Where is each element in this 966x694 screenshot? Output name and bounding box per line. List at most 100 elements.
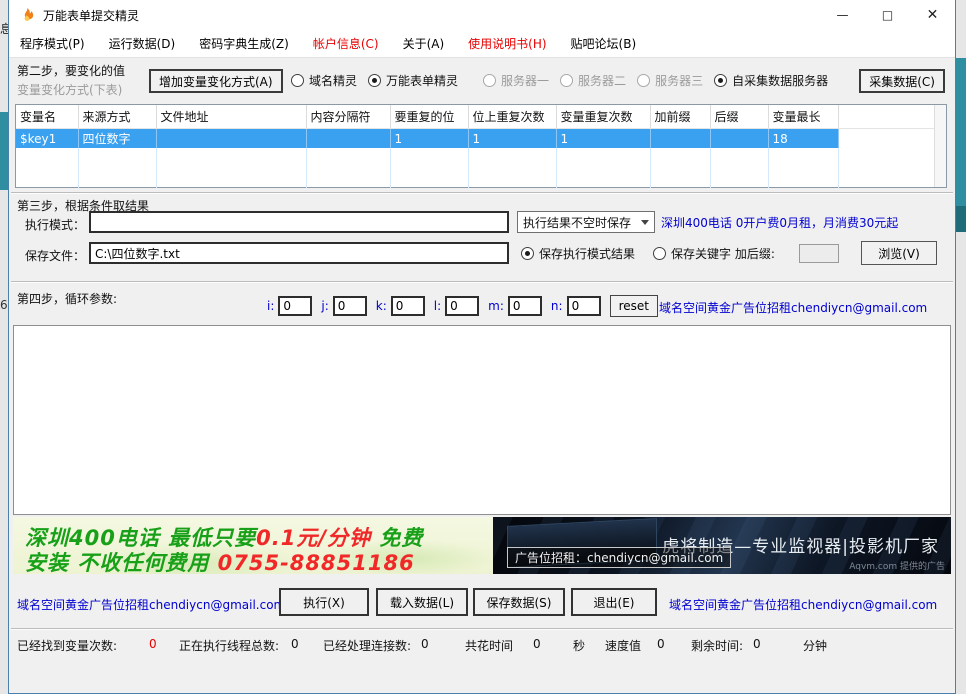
app-window: 万能表单提交精灵 — □ ✕ 程序模式(P) 运行数据(D) 密码字典生成(Z)… — [8, 0, 956, 694]
cell-prefix[interactable] — [650, 129, 710, 149]
loop-input-m[interactable] — [508, 296, 542, 316]
exit-button[interactable]: 退出(E) — [571, 588, 657, 616]
column-header-variable-repeat-count[interactable]: 变量重复次数 — [556, 105, 650, 129]
loop-counter-l: l: — [434, 296, 479, 316]
table-row-selected[interactable]: $key1 四位数字 1 1 1 18 — [16, 129, 934, 149]
suffix-input[interactable] — [799, 244, 839, 263]
radio-label: 保存关键字 加后缀: — [671, 245, 775, 262]
menu-about[interactable]: 关于(A) — [400, 33, 448, 54]
collect-data-button[interactable]: 采集数据(C) — [859, 69, 945, 93]
cell-max-length[interactable]: 18 — [768, 129, 838, 149]
status-found-label: 已经找到变量次数: — [17, 637, 117, 654]
promo-link-domain-rent[interactable]: 域名空间黄金广告位招租chendiycn@gmail.com — [659, 299, 927, 316]
save-file-label: 保存文件： — [25, 247, 85, 264]
column-header-variable-name[interactable]: 变量名 — [16, 105, 78, 129]
load-data-button[interactable]: 载入数据(L) — [376, 588, 468, 616]
column-header-file-path[interactable]: 文件地址 — [156, 105, 306, 129]
cell-repeat-digit[interactable]: 1 — [390, 129, 468, 149]
status-threads-value: 0 — [291, 637, 299, 651]
menu-password-dict[interactable]: 密码字典生成(Z) — [196, 33, 292, 54]
radio-circle-icon — [714, 74, 727, 87]
save-data-button[interactable]: 保存数据(S) — [473, 588, 565, 616]
radio-label: 服务器一 — [501, 72, 549, 89]
background-window-artifact-left: 息 6 — [0, 0, 8, 694]
ad-banner-left[interactable]: 深圳400电话 最低只要0.1元/分钟 免费 安装 不收任何费用 0755-88… — [13, 517, 493, 574]
table-scrollbar[interactable] — [934, 105, 946, 187]
radio-server-3: 服务器三 — [637, 72, 703, 89]
reset-button[interactable]: reset — [610, 295, 658, 317]
menu-account-info[interactable]: 帐户信息(C) — [310, 33, 382, 54]
ad-source-label: Aqvm.com 提供的广告 — [849, 559, 945, 572]
column-header-max-length[interactable]: 变量最长 — [768, 105, 838, 129]
ad-text-green: 安装 不收任何费用 — [25, 551, 218, 574]
column-header-prefix[interactable]: 加前缀 — [650, 105, 710, 129]
column-header-source[interactable]: 来源方式 — [78, 105, 156, 129]
menubar: 程序模式(P) 运行数据(D) 密码字典生成(Z) 帐户信息(C) 关于(A) … — [9, 30, 955, 58]
titlebar[interactable]: 万能表单提交精灵 — □ ✕ — [9, 0, 955, 30]
radio-domain-wizard[interactable]: 域名精灵 — [291, 72, 357, 89]
menu-manual[interactable]: 使用说明书(H) — [465, 33, 549, 54]
radio-save-keyword[interactable]: 保存关键字 加后缀: — [653, 245, 775, 262]
radio-label: 自采集数据服务器 — [732, 72, 828, 89]
loop-counters: i: j: k: l: m: n: reset — [267, 295, 658, 317]
menu-run-data[interactable]: 运行数据(D) — [106, 33, 179, 54]
status-time-value: 0 — [533, 637, 541, 651]
background-text-fragment: 6 — [0, 298, 8, 312]
cell-digit-repeat-count[interactable]: 1 — [468, 129, 556, 149]
section-divider — [11, 192, 953, 194]
cell-file-path[interactable] — [156, 129, 306, 149]
loop-input-i[interactable] — [278, 296, 312, 316]
status-remaining-value: 0 — [753, 637, 761, 651]
background-window-artifact — [0, 112, 8, 190]
radio-label: 服务器三 — [655, 72, 703, 89]
cell-separator[interactable] — [306, 129, 390, 149]
ad-phone-number: 0755-88851186 — [218, 551, 415, 574]
browse-button[interactable]: 浏览(V) — [861, 241, 937, 265]
save-mode-dropdown[interactable]: 执行结果不空时保存 — [517, 211, 655, 233]
menu-program-mode[interactable]: 程序模式(P) — [17, 33, 88, 54]
column-header-suffix[interactable]: 后缀 — [710, 105, 768, 129]
loop-input-l[interactable] — [445, 296, 479, 316]
step4-title: 第四步，循环参数: — [17, 290, 117, 307]
radio-self-collect-server[interactable]: 自采集数据服务器 — [714, 72, 828, 89]
cell-variable-name[interactable]: $key1 — [16, 129, 78, 149]
add-variable-button[interactable]: 增加变量变化方式(A) — [149, 69, 283, 93]
table-empty-area — [16, 148, 934, 188]
maximize-button[interactable]: □ — [865, 0, 910, 30]
cell-variable-repeat-count[interactable]: 1 — [556, 129, 650, 149]
footer-promo-link-right[interactable]: 域名空间黄金广告位招租chendiycn@gmail.com — [669, 596, 937, 613]
background-window-artifact-right — [956, 0, 966, 694]
radio-label: 万能表单精灵 — [386, 72, 458, 89]
result-textarea[interactable] — [13, 325, 951, 515]
cell-source[interactable]: 四位数字 — [78, 129, 156, 149]
radio-universal-form-wizard[interactable]: 万能表单精灵 — [368, 72, 458, 89]
promo-link-400-phone[interactable]: 深圳400电话 0开户费0月租，月消费30元起 — [661, 214, 898, 231]
save-file-input[interactable] — [89, 242, 509, 264]
loop-input-j[interactable] — [333, 296, 367, 316]
exec-mode-input[interactable] — [89, 211, 509, 233]
background-window-artifact — [956, 58, 966, 206]
screen: 息 6 万能表单提交精灵 — □ ✕ 程序模式(P) 运行数据(D) 密码字典生… — [0, 0, 966, 694]
loop-counter-m: m: — [488, 296, 542, 316]
radio-save-exec-result[interactable]: 保存执行模式结果 — [521, 245, 635, 262]
loop-counter-n: n: — [551, 296, 601, 316]
loop-counter-k: k: — [376, 296, 425, 316]
radio-server-2: 服务器二 — [560, 72, 626, 89]
table-header-row: 变量名 来源方式 文件地址 内容分隔符 要重复的位 位上重复次数 变量重复次数 … — [16, 105, 934, 129]
loop-input-k[interactable] — [391, 296, 425, 316]
cell-suffix[interactable] — [710, 129, 768, 149]
ad-banner-right[interactable]: 虎将制造—专业监视器|投影机厂家 广告位招租：chendiycn@gmail.c… — [493, 517, 951, 574]
step2-title: 第二步，要变化的值 — [17, 62, 125, 79]
footer-promo-link-left[interactable]: 域名空间黄金广告位招租chendiycn@gmail.com — [17, 596, 285, 613]
column-header-separator[interactable]: 内容分隔符 — [306, 105, 390, 129]
close-button[interactable]: ✕ — [910, 0, 955, 30]
minimize-button[interactable]: — — [820, 0, 865, 30]
loop-input-n[interactable] — [567, 296, 601, 316]
menu-forum[interactable]: 贴吧论坛(B) — [568, 33, 640, 54]
ad-banner: 深圳400电话 最低只要0.1元/分钟 免费 安装 不收任何费用 0755-88… — [13, 517, 951, 574]
column-header-repeat-digit[interactable]: 要重复的位 — [390, 105, 468, 129]
background-window-artifact — [956, 206, 966, 232]
radio-circle-icon — [483, 74, 496, 87]
execute-button[interactable]: 执行(X) — [279, 588, 369, 616]
column-header-digit-repeat-count[interactable]: 位上重复次数 — [468, 105, 556, 129]
